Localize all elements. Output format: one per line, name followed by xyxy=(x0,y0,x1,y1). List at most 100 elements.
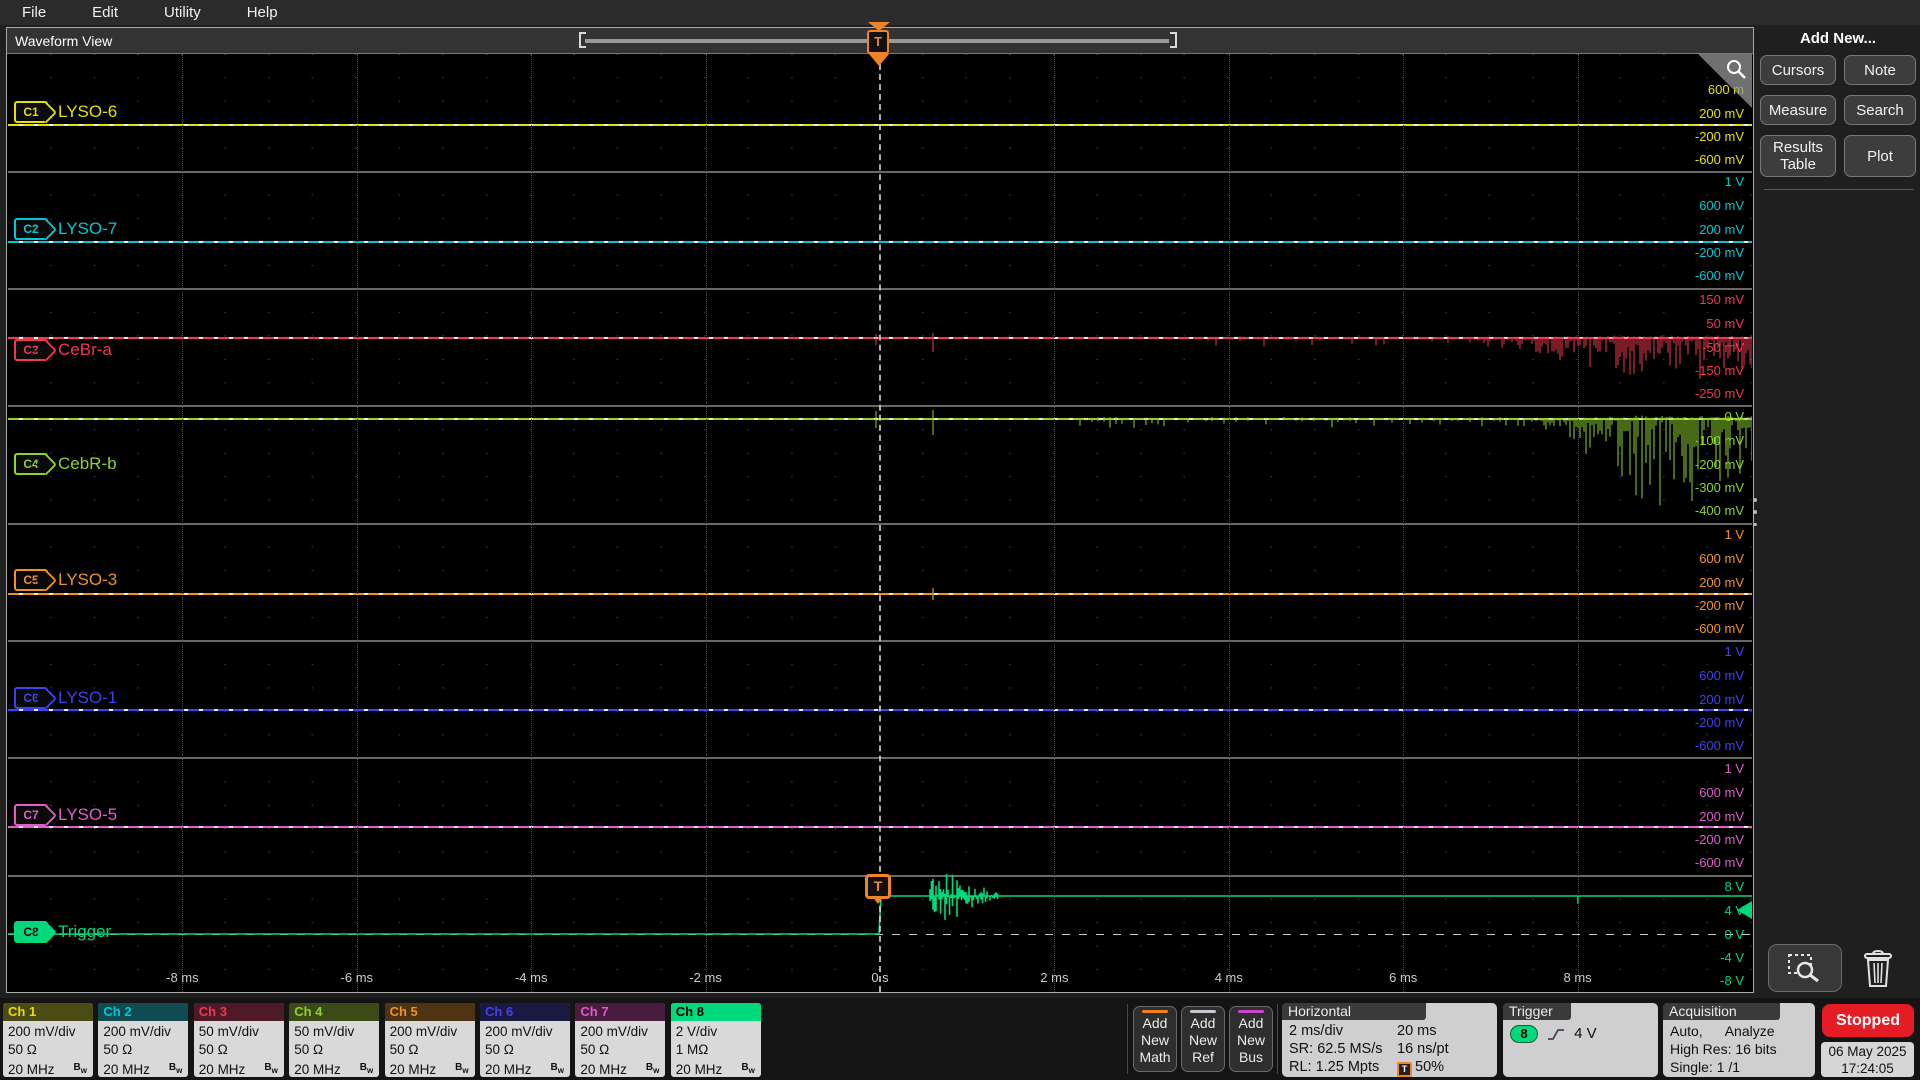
channel-label-c6[interactable]: LYSO-1 xyxy=(58,688,117,708)
channel-tag-c4[interactable]: C4 xyxy=(14,453,48,475)
results-table-button[interactable]: Results Table xyxy=(1760,135,1836,177)
settings-bar: Ch 1 200 mV/div 50 Ω 20 MHz Bw Ch 2 200 mV/div… xyxy=(0,998,1920,1080)
acquisition-resolution: High Res: 16 bits xyxy=(1670,1041,1777,1057)
channel-badge-settings: 200 mV/div 50 Ω 20 MHz Bw xyxy=(385,1021,475,1077)
channel-settings-badge-ch1[interactable]: Ch 1 200 mV/div 50 Ω 20 MHz Bw xyxy=(3,1003,93,1077)
plot-button[interactable]: Plot xyxy=(1844,135,1916,177)
trigger-position-plot-arrow-icon[interactable] xyxy=(869,54,889,66)
datetime-box: 06 May 2025 17:24:05 xyxy=(1821,1042,1914,1077)
run-stop-status-button[interactable]: Stopped xyxy=(1822,1004,1914,1037)
scale-label-ch3: 50 mV xyxy=(1706,316,1744,331)
vertical-scale: 200 mV/div xyxy=(8,1024,76,1039)
horizontal-scale: 2 ms/div xyxy=(1289,1023,1343,1039)
bandwidth: 20 MHz xyxy=(389,1061,437,1077)
channel-settings-badge-ch5[interactable]: Ch 5 200 mV/div 50 Ω 20 MHz Bw xyxy=(384,1003,475,1077)
channel-settings-badge-ch4[interactable]: Ch 4 50 mV/div 50 Ω 20 MHz Bw xyxy=(289,1003,380,1077)
channel-badge-settings: 50 mV/div 50 Ω 20 MHz Bw xyxy=(194,1021,284,1077)
channel-tag-c8[interactable]: C8 xyxy=(14,921,48,943)
channel-tag-c6[interactable]: C6 xyxy=(14,687,48,709)
scale-label-ch6: 1 V xyxy=(1724,644,1744,659)
add-new-math-button[interactable]: Add New Math xyxy=(1133,1006,1177,1072)
scale-label-ch6: 200 mV xyxy=(1699,692,1744,707)
scale-label-ch7: 600 mV xyxy=(1699,785,1744,800)
channel-label-c4[interactable]: CebR-b xyxy=(58,454,117,474)
horizontal-panel[interactable]: Horizontal 2 ms/div 20 ms SR: 62.5 MS/s 16… xyxy=(1282,1003,1497,1077)
scale-label-ch2: 200 mV xyxy=(1699,222,1744,237)
delete-all-button[interactable] xyxy=(1858,948,1898,990)
channel-tag-c3[interactable]: C3 xyxy=(14,339,48,361)
channel-tag-c1[interactable]: C1 xyxy=(14,101,48,123)
channel-settings-badge-ch2[interactable]: Ch 2 200 mV/div 50 Ω 20 MHz Bw xyxy=(98,1003,189,1077)
scale-label-ch6: 600 mV xyxy=(1699,668,1744,683)
vertical-gridline xyxy=(356,54,358,992)
scale-label-ch5: 200 mV xyxy=(1699,575,1744,590)
channel-tag-c7[interactable]: C7 xyxy=(14,804,48,826)
channel-settings-badge-ch8[interactable]: Ch 8 2 V/div 1 MΩ 20 MHz Bw xyxy=(670,1003,761,1077)
channel-badge-settings: 200 mV/div 50 Ω 20 MHz Bw xyxy=(480,1021,570,1077)
scale-label-ch8: -4 V xyxy=(1720,950,1744,965)
scale-label-ch7: 200 mV xyxy=(1699,809,1744,824)
bandwidth-limit-icon: Bw xyxy=(168,1062,183,1075)
vertical-scale: 200 mV/div xyxy=(389,1024,458,1039)
menu-edit[interactable]: Edit xyxy=(92,4,118,21)
panel-drag-handle[interactable] xyxy=(1753,498,1757,526)
add-new-ref-button[interactable]: Add New Ref xyxy=(1181,1006,1225,1072)
note-button[interactable]: Note xyxy=(1844,55,1916,85)
channel-badge-title: Ch 8 xyxy=(670,1003,761,1021)
search-button[interactable]: Search xyxy=(1844,95,1916,125)
date-value: 06 May 2025 xyxy=(1828,1044,1907,1059)
graticule: C1 LYSO-6 C2 LYSO-7 C3 CeBr-a C4 CebR-b … xyxy=(8,54,1752,992)
channel-badge-title: Ch 3 xyxy=(193,1003,284,1021)
scale-label-ch2: -600 mV xyxy=(1694,268,1744,283)
bandwidth: 20 MHz xyxy=(675,1061,723,1077)
trigger-position-marker-icon[interactable]: T xyxy=(867,30,889,54)
channel-label-c3[interactable]: CeBr-a xyxy=(58,340,112,360)
scale-label-ch5: 1 V xyxy=(1724,527,1744,542)
bandwidth: 20 MHz xyxy=(198,1061,246,1077)
bandwidth-limit-icon: Bw xyxy=(455,1062,469,1075)
termination: 50 Ω xyxy=(580,1042,610,1057)
zoom-mode-button[interactable] xyxy=(1768,944,1842,992)
bandwidth-limit-icon: Bw xyxy=(73,1062,87,1075)
scale-label-ch8: 0 V xyxy=(1724,927,1744,942)
vertical-gridline xyxy=(705,54,707,992)
channel-label-c1[interactable]: LYSO-6 xyxy=(58,102,117,122)
measure-button[interactable]: Measure xyxy=(1760,95,1836,125)
time-axis-label: 4 ms xyxy=(1214,970,1243,985)
channel-label-c7[interactable]: LYSO-5 xyxy=(58,805,117,825)
sidebar-separator xyxy=(1764,189,1914,190)
acquisition-panel-title: Acquisition xyxy=(1663,1003,1780,1020)
channel-settings-badge-ch6[interactable]: Ch 6 200 mV/div 50 Ω 20 MHz Bw xyxy=(480,1003,570,1077)
trace-segment xyxy=(875,333,1752,379)
channel-tag-c5[interactable]: C5 xyxy=(14,569,48,591)
acquisition-panel[interactable]: Acquisition Auto, Analyze High Res: 16 bi… xyxy=(1663,1003,1815,1077)
termination: 1 MΩ xyxy=(675,1042,709,1057)
vertical-gridline xyxy=(182,54,184,992)
zoom-box-magnifier-icon xyxy=(1788,954,1819,983)
menu-utility[interactable]: Utility xyxy=(164,4,201,21)
channel-tag-c2[interactable]: C2 xyxy=(14,218,48,240)
trigger-event-marker-icon[interactable]: T xyxy=(865,874,891,904)
scale-label-ch7: -200 mV xyxy=(1694,832,1744,847)
menu-file[interactable]: File xyxy=(22,4,46,21)
channel-badge-settings: 50 mV/div 50 Ω 20 MHz Bw xyxy=(289,1021,379,1077)
channel-label-c5[interactable]: LYSO-3 xyxy=(58,570,117,590)
trash-icon xyxy=(1864,950,1892,987)
trigger-position-line[interactable] xyxy=(879,54,881,992)
add-new-sidebar: Add New... Cursors Note Measure Search R… xyxy=(1760,30,1916,177)
termination: 50 Ω xyxy=(485,1042,514,1057)
channel-badge-title: Ch 5 xyxy=(384,1003,475,1021)
magnifier-icon xyxy=(1727,60,1746,79)
vertical-gridline xyxy=(1054,54,1056,992)
acquisition-analyze: Analyze xyxy=(1724,1023,1775,1039)
channel-settings-badge-ch3[interactable]: Ch 3 50 mV/div 50 Ω 20 MHz Bw xyxy=(193,1003,284,1077)
add-new-bus-button[interactable]: Add New Bus xyxy=(1229,1006,1273,1072)
menu-help[interactable]: Help xyxy=(247,4,278,21)
channel-label-c2[interactable]: LYSO-7 xyxy=(58,219,117,239)
cursors-button[interactable]: Cursors xyxy=(1760,55,1836,85)
acquisition-single: Single: 1 /1 xyxy=(1670,1059,1741,1075)
channel-settings-badge-ch7[interactable]: Ch 7 200 mV/div 50 Ω 20 MHz Bw xyxy=(575,1003,666,1077)
channel-badge-settings: 2 V/div 1 MΩ 20 MHz Bw xyxy=(671,1021,761,1077)
trigger-panel[interactable]: Trigger 8 4 V xyxy=(1503,1003,1658,1077)
channel-label-c8[interactable]: Trigger xyxy=(58,922,111,942)
